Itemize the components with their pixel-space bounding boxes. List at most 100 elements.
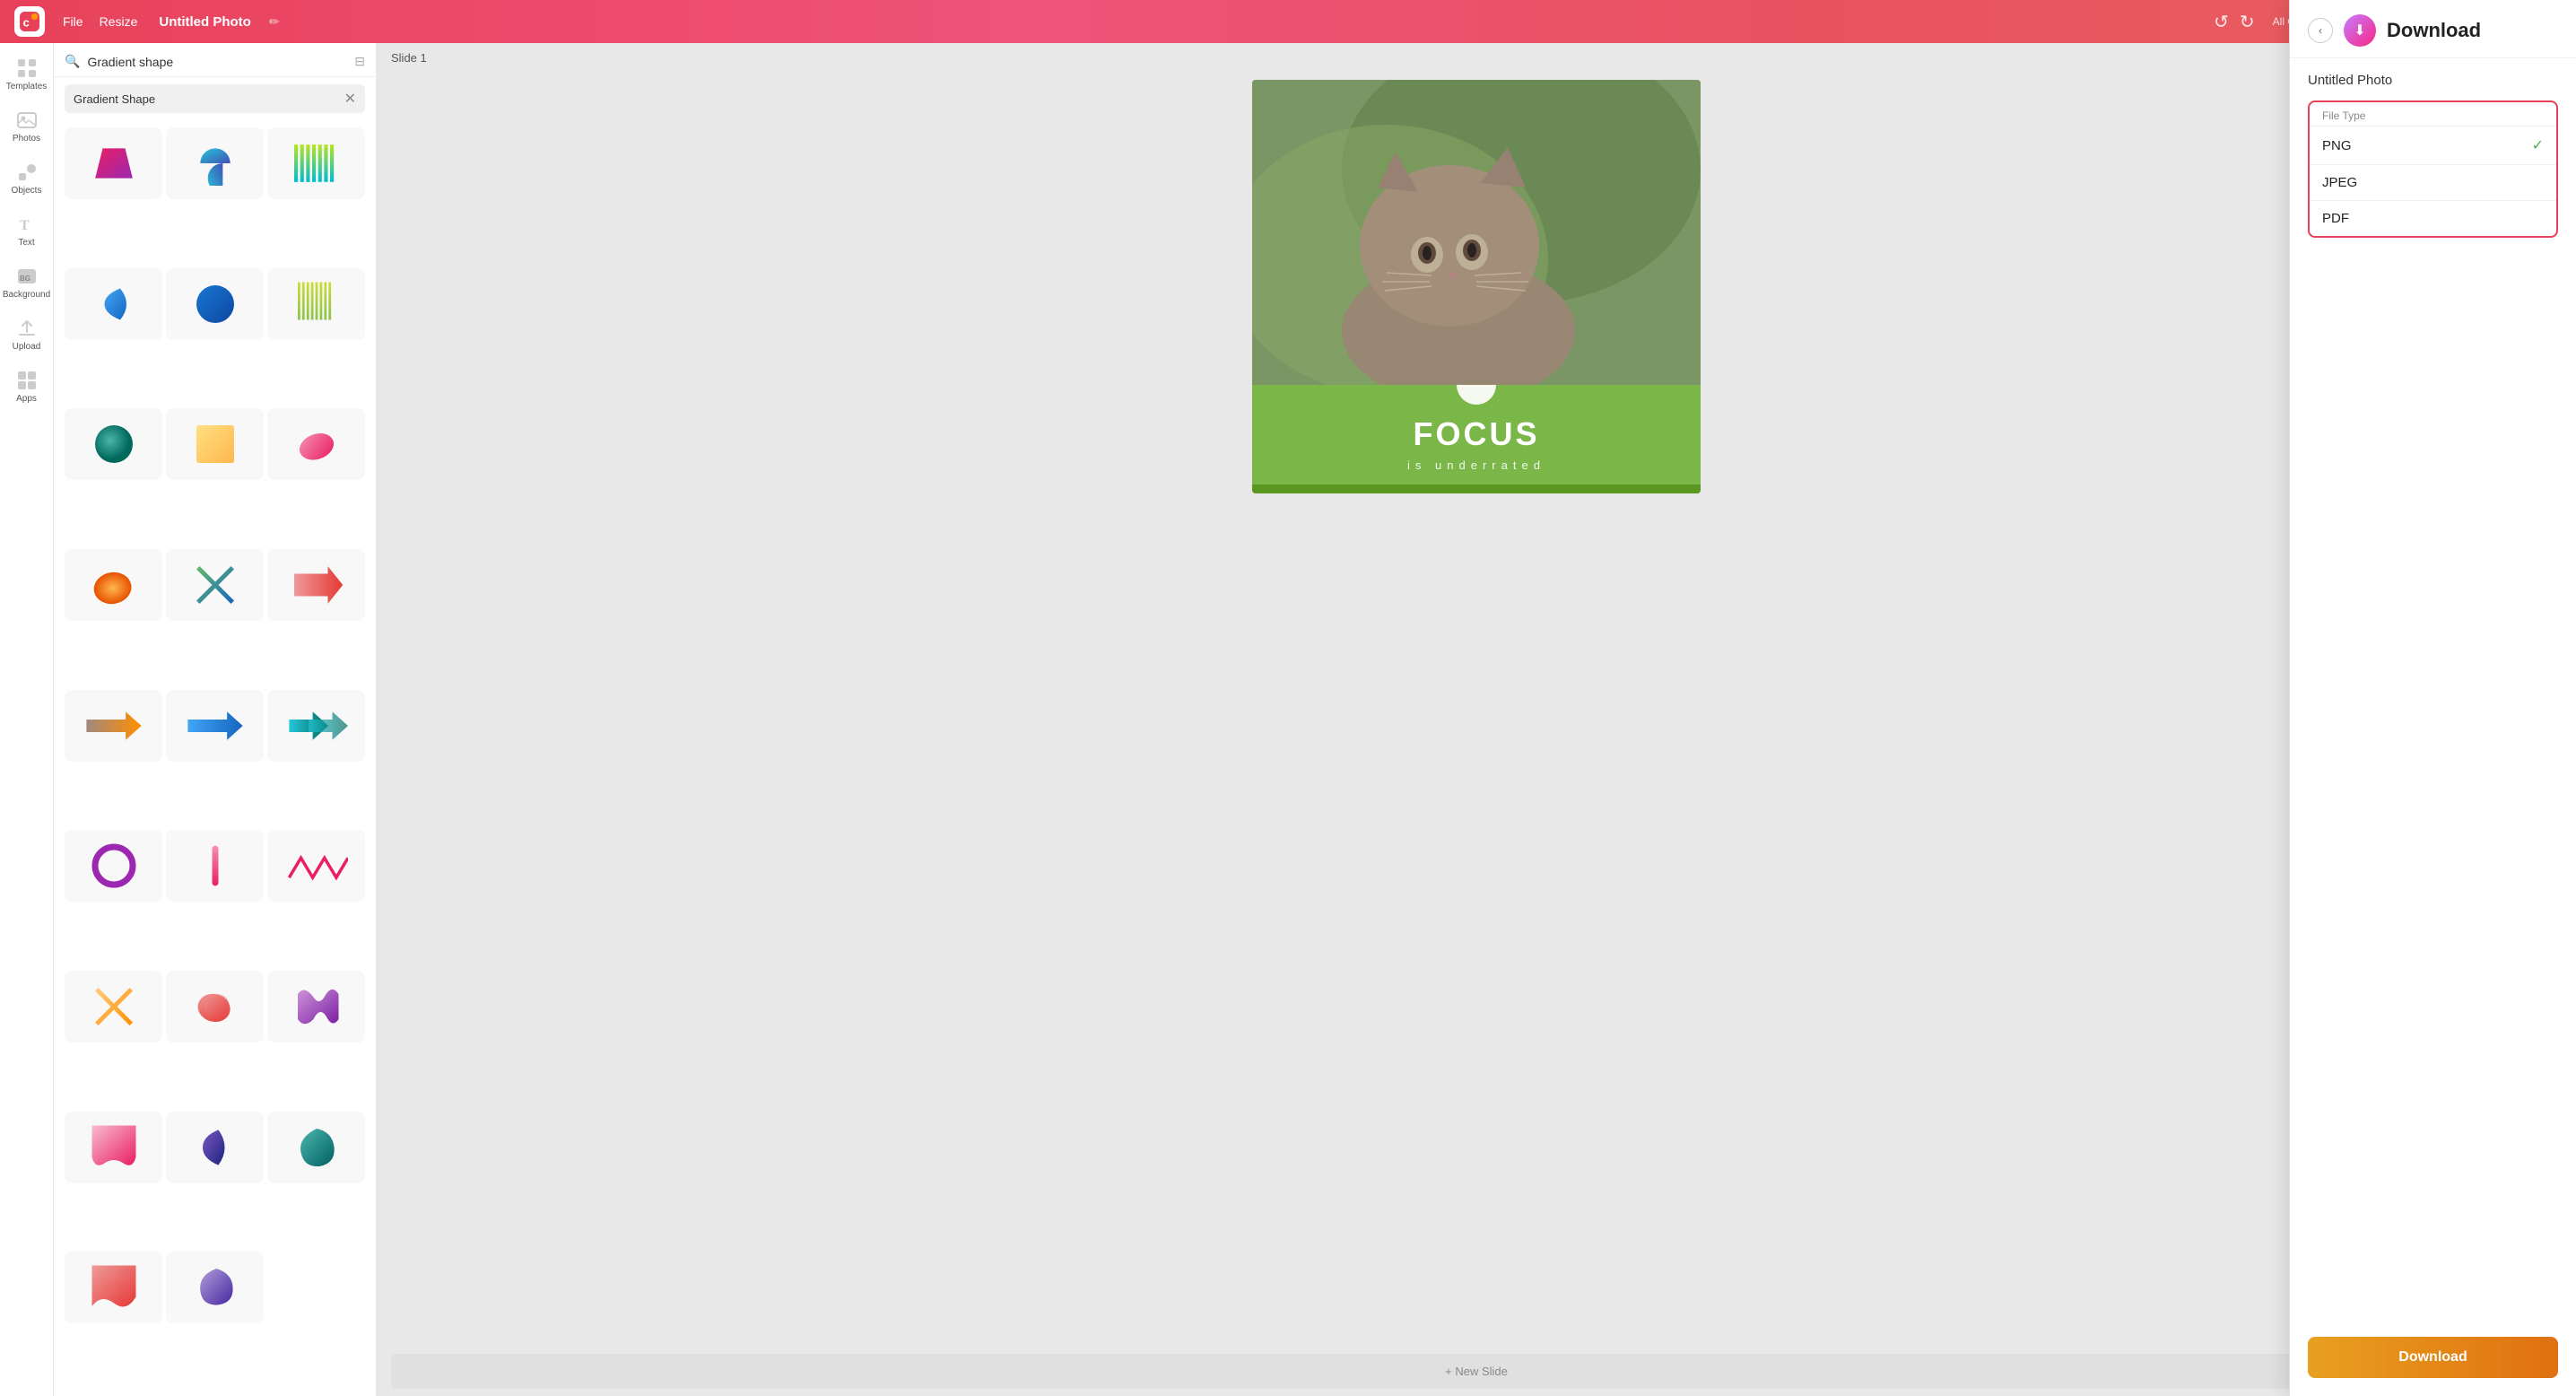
svg-text:c: c — [23, 16, 30, 30]
slide-header: Slide 1 ⌃ ⌄ ⧉ — [377, 43, 2576, 73]
pdf-label: PDF — [2322, 211, 2349, 226]
shape-rect-peach[interactable] — [166, 408, 264, 480]
templates-panel: 🔍 ⊟ Gradient Shape ✕ — [54, 43, 377, 1396]
left-sidebar: Templates Photos Objects — [0, 43, 54, 1396]
slide-label: Slide 1 — [391, 51, 427, 65]
sidebar-item-upload[interactable]: Upload — [4, 310, 50, 359]
undo-icon[interactable]: ↺ — [2214, 11, 2229, 33]
shape-x-cross[interactable] — [166, 549, 264, 621]
templates-icon — [16, 57, 38, 79]
templates-label: Templates — [6, 82, 48, 92]
shape-blob-red[interactable] — [166, 971, 264, 1043]
png-label: PNG — [2322, 138, 2352, 153]
sidebar-item-background[interactable]: BG Background — [4, 258, 50, 307]
shape-crescent-purple[interactable] — [166, 1112, 264, 1183]
shape-stripes[interactable] — [267, 127, 365, 199]
download-panel-title: Download — [2387, 19, 2481, 42]
slide-sub-text: is underrated — [1270, 458, 1683, 472]
apps-icon — [16, 370, 38, 391]
new-slide-button[interactable]: + New Slide — [391, 1354, 2562, 1389]
png-check-icon: ✓ — [2532, 136, 2544, 154]
shape-blob-teal2[interactable] — [267, 1112, 365, 1183]
download-panel-body: Untitled Photo File Type PNG ✓ JPEG PDF — [2290, 58, 2576, 1337]
shape-double-arrow-teal[interactable] — [267, 690, 365, 762]
file-type-pdf[interactable]: PDF — [2310, 200, 2556, 236]
text-label: Text — [18, 238, 34, 248]
slide-bottom: ❝ FOCUS is underrated — [1252, 385, 1701, 484]
shape-arrow-bronze[interactable] — [65, 690, 162, 762]
file-menu[interactable]: File — [63, 14, 83, 29]
shape-blob-pink[interactable] — [267, 408, 365, 480]
background-label: Background — [3, 290, 50, 300]
text-icon: T — [16, 214, 38, 235]
shape-wave-bottom[interactable] — [65, 1252, 162, 1323]
panel-back-button[interactable]: ‹ — [2308, 18, 2333, 43]
upload-icon — [16, 318, 38, 339]
sidebar-item-objects[interactable]: Objects — [4, 154, 50, 203]
download-panel: ‹ ⬇ Download Untitled Photo File Type PN… — [2289, 0, 2576, 1396]
doc-title: Untitled Photo — [159, 14, 250, 30]
redo-icon[interactable]: ↻ — [2240, 11, 2255, 33]
shape-crescent[interactable] — [65, 268, 162, 340]
upload-label: Upload — [13, 342, 41, 352]
shape-circle-yellow-stripes[interactable] — [267, 268, 365, 340]
shape-arrow-blue[interactable] — [166, 690, 264, 762]
objects-label: Objects — [12, 186, 42, 196]
filter-icon[interactable]: ⊟ — [354, 54, 365, 69]
cat-photo-area — [1252, 80, 1701, 385]
shape-zigzag-pink[interactable] — [267, 830, 365, 902]
shape-arrow-pink[interactable] — [267, 549, 365, 621]
shape-blob-orange[interactable] — [65, 549, 162, 621]
file-type-png[interactable]: PNG ✓ — [2310, 126, 2556, 164]
slide-canvas[interactable]: ❝ FOCUS is underrated — [1252, 80, 1701, 493]
edit-title-icon[interactable]: ✏ — [269, 14, 280, 30]
svg-text:T: T — [20, 218, 30, 233]
doc-name-label: Untitled Photo — [2308, 73, 2558, 88]
topbar-menu: File Resize — [63, 14, 137, 29]
shape-circle-teal[interactable] — [65, 408, 162, 480]
slide-canvas-wrapper: ❝ FOCUS is underrated — [377, 73, 2576, 1347]
shape-semicircle[interactable] — [166, 127, 264, 199]
shape-line-pink[interactable] — [166, 830, 264, 902]
topbar: c File Resize Untitled Photo ✏ ↺ ↻ All C… — [0, 0, 2576, 43]
file-type-jpeg[interactable]: JPEG — [2310, 164, 2556, 200]
search-bar: 🔍 ⊟ — [54, 43, 376, 77]
main-layout: Templates Photos Objects — [0, 43, 2576, 1396]
slide-green-bar — [1252, 484, 1701, 493]
sidebar-item-photos[interactable]: Photos — [4, 102, 50, 151]
sidebar-item-apps[interactable]: Apps — [4, 362, 50, 411]
file-type-selector: File Type PNG ✓ JPEG PDF — [2308, 100, 2558, 238]
shape-x-orange[interactable] — [65, 971, 162, 1043]
search-icon: 🔍 — [65, 54, 80, 69]
tag-label: Gradient Shape — [74, 92, 155, 106]
objects-icon — [16, 161, 38, 183]
shapes-grid — [54, 120, 376, 1396]
shape-blob-purple2[interactable] — [166, 1252, 264, 1323]
shape-wave-pink-rect[interactable] — [65, 1112, 162, 1183]
gradient-shape-tag: Gradient Shape ✕ — [65, 84, 365, 113]
download-icon-symbol: ⬇ — [2354, 22, 2365, 39]
shape-trapezoid[interactable] — [65, 127, 162, 199]
back-chevron-icon: ‹ — [2319, 24, 2322, 37]
undo-redo-group: ↺ ↻ — [2214, 11, 2255, 33]
shape-ring-purple[interactable] — [65, 830, 162, 902]
download-action-button[interactable]: Download — [2308, 1337, 2558, 1378]
shape-circle-blue[interactable] — [166, 268, 264, 340]
sidebar-item-text[interactable]: T Text — [4, 206, 50, 255]
apps-label: Apps — [16, 394, 37, 404]
svg-text:BG: BG — [20, 275, 30, 283]
download-panel-header: ‹ ⬇ Download — [2290, 0, 2576, 58]
sidebar-item-templates[interactable]: Templates — [4, 50, 50, 99]
canvas-area: Slide 1 ⌃ ⌄ ⧉ — [377, 43, 2576, 1396]
photos-icon — [16, 109, 38, 131]
close-tag-button[interactable]: ✕ — [344, 90, 356, 108]
background-icon: BG — [16, 266, 38, 287]
shape-wave-purple[interactable] — [267, 971, 365, 1043]
slide-main-text: FOCUS — [1270, 415, 1683, 453]
file-type-label: File Type — [2310, 102, 2556, 126]
search-input[interactable] — [87, 55, 347, 69]
download-panel-icon: ⬇ — [2344, 14, 2376, 47]
jpeg-label: JPEG — [2322, 175, 2357, 190]
photos-label: Photos — [13, 134, 40, 144]
resize-menu[interactable]: Resize — [100, 14, 138, 29]
